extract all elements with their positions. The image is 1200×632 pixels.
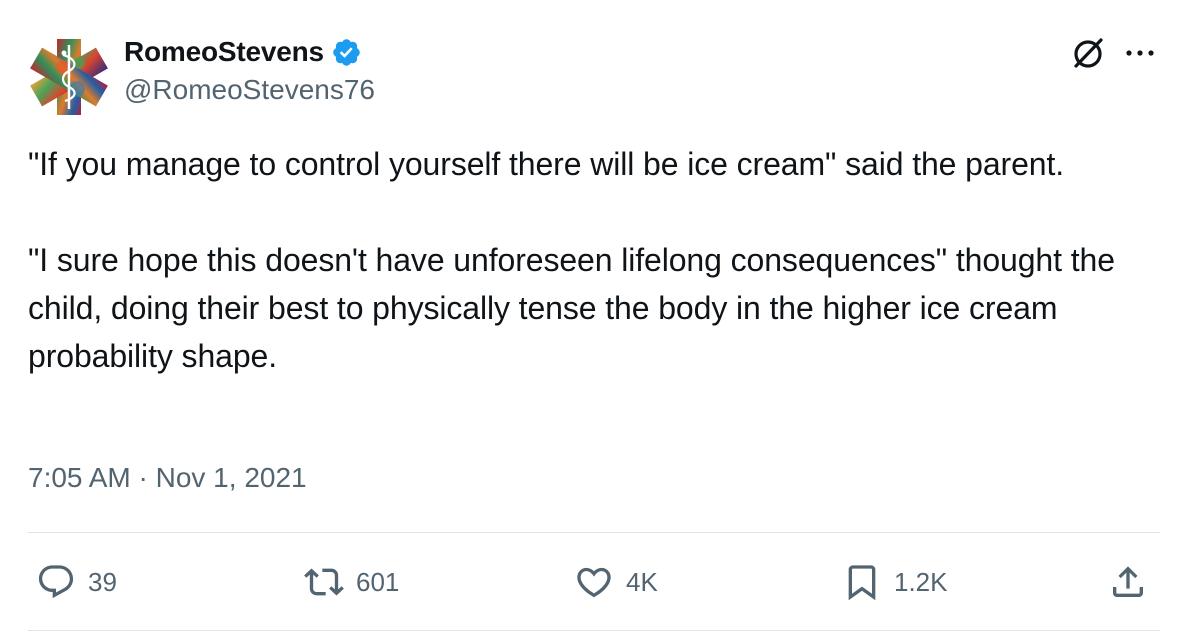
retweet-button[interactable]: 601 xyxy=(304,556,399,608)
tweet-paragraph: "I sure hope this doesn't have unforesee… xyxy=(28,242,1115,374)
verified-badge-icon[interactable] xyxy=(331,37,362,68)
bookmark-button[interactable]: 1.2K xyxy=(842,556,948,608)
author-display-name[interactable]: RomeoStevens xyxy=(124,36,324,68)
share-icon xyxy=(1113,566,1143,597)
reply-button[interactable]: 39 xyxy=(36,556,117,608)
heart-icon xyxy=(577,567,611,598)
reply-count: 39 xyxy=(88,566,117,597)
tweet-text: "If you manage to control yourself there… xyxy=(28,140,1168,380)
tweet-timestamp[interactable]: 7:05 AM · Nov 1, 2021 xyxy=(28,462,307,494)
action-bar: 39 601 4K 1.2K xyxy=(28,556,1160,608)
avatar[interactable] xyxy=(28,36,110,118)
like-button[interactable]: 4K xyxy=(574,556,658,608)
reply-icon xyxy=(38,565,74,599)
tweet-card: RomeoStevens @RomeoStevens76 "If you man… xyxy=(0,0,1200,632)
bookmark-icon xyxy=(848,565,876,601)
share-button[interactable] xyxy=(1108,556,1148,608)
divider xyxy=(28,532,1160,533)
bookmark-count: 1.2K xyxy=(894,566,948,597)
divider xyxy=(28,630,1160,631)
author-handle[interactable]: @RomeoStevens76 xyxy=(124,74,375,106)
author-name-row: RomeoStevens xyxy=(124,34,362,70)
more-icon[interactable] xyxy=(1122,38,1158,68)
tweet-paragraph: "If you manage to control yourself there… xyxy=(28,146,1065,182)
retweet-count: 601 xyxy=(356,566,400,597)
grok-icon[interactable] xyxy=(1068,34,1108,74)
retweet-icon xyxy=(304,568,344,596)
like-count: 4K xyxy=(626,566,658,597)
